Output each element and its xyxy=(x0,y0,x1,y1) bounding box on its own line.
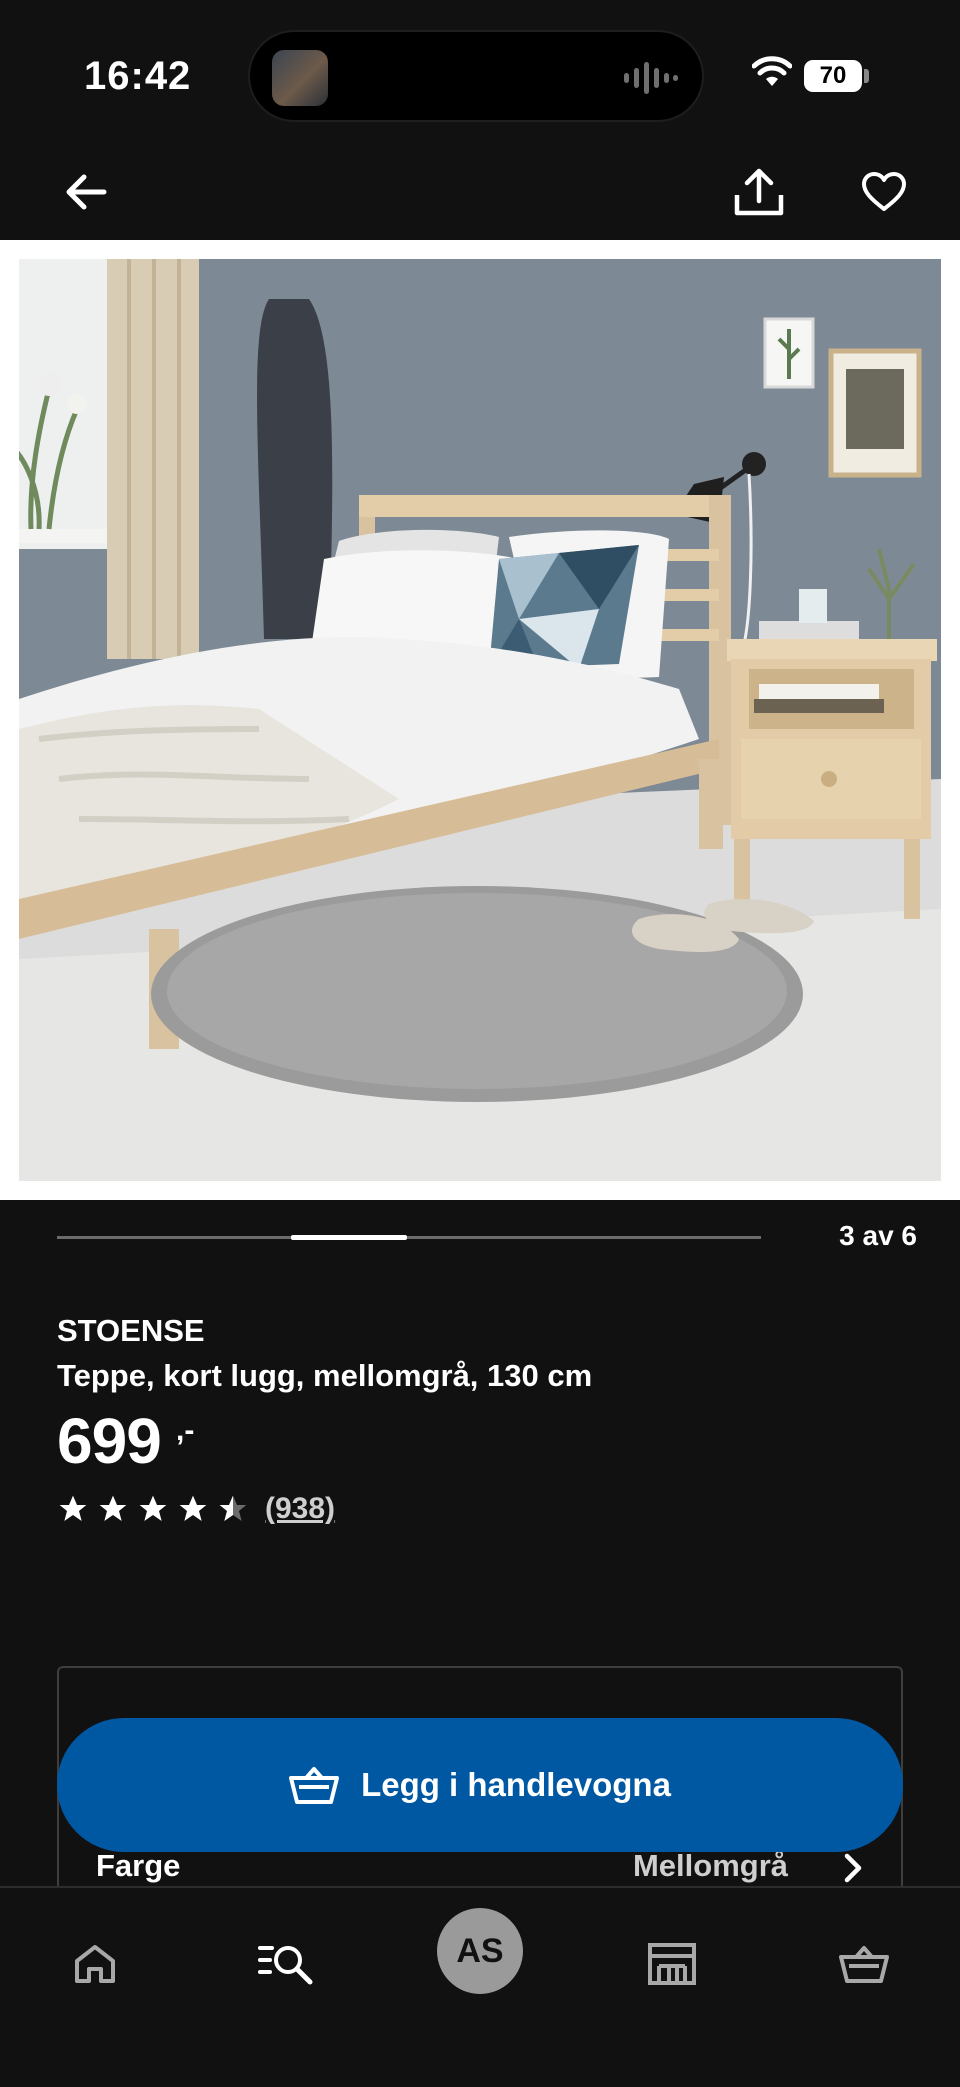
cart-icon xyxy=(839,1946,889,1983)
status-time: 16:42 xyxy=(84,54,192,98)
cart-icon xyxy=(289,1767,340,1804)
product-name: STOENSE xyxy=(57,1313,205,1348)
bottom-nav: AS xyxy=(0,1886,960,2087)
product-description: Teppe, kort lugg, mellomgrå, 130 cm xyxy=(57,1358,593,1393)
color-value: Mellomgrå xyxy=(632,1848,788,1883)
now-playing-thumbnail xyxy=(272,50,328,106)
carousel-active-segment xyxy=(291,1235,407,1240)
review-count-link[interactable]: (938) xyxy=(265,1492,335,1526)
chevron-right-icon xyxy=(844,1853,862,1883)
product-photo-bedroom xyxy=(19,259,941,1181)
top-nav xyxy=(0,140,960,240)
search-list-icon xyxy=(258,1946,313,1985)
star-icon xyxy=(59,1495,87,1521)
tab-search[interactable] xyxy=(247,1924,327,2004)
star-icon xyxy=(99,1495,127,1521)
battery-indicator: 70 xyxy=(804,60,862,92)
status-bar: 16:42 70 xyxy=(0,0,960,140)
avatar[interactable]: AS xyxy=(437,1908,523,1994)
rating[interactable]: (938) xyxy=(57,1492,335,1526)
star-icon xyxy=(139,1495,167,1521)
tab-home[interactable] xyxy=(55,1924,135,2004)
back-button[interactable] xyxy=(54,160,118,224)
image-carousel-indicator[interactable]: 3 av 6 xyxy=(57,1220,917,1260)
favorite-button[interactable] xyxy=(852,160,916,224)
carousel-counter: 3 av 6 xyxy=(839,1220,917,1251)
product-price: 699 xyxy=(57,1405,162,1477)
add-to-cart-button[interactable]: Legg i handlevogna xyxy=(57,1718,903,1852)
carousel-track xyxy=(57,1236,761,1239)
add-to-cart-label: Legg i handlevogna xyxy=(361,1766,671,1803)
product-image[interactable] xyxy=(0,240,960,1200)
heart-icon xyxy=(862,172,906,211)
half-star-icon xyxy=(219,1495,247,1521)
battery-tip xyxy=(864,69,869,83)
tab-cart[interactable] xyxy=(824,1924,904,2004)
store-icon xyxy=(648,1943,696,1985)
share-button[interactable] xyxy=(727,160,791,224)
color-label: Farge xyxy=(96,1848,181,1883)
price-suffix: ,- xyxy=(176,1414,195,1447)
home-icon xyxy=(75,1945,115,1983)
share-icon xyxy=(734,168,784,216)
arrow-left-icon xyxy=(66,174,107,210)
tab-store[interactable] xyxy=(632,1924,712,2004)
star-icon xyxy=(179,1495,207,1521)
rating-stars xyxy=(57,1493,249,1525)
wifi-icon xyxy=(752,56,792,86)
dynamic-island[interactable] xyxy=(248,30,704,122)
audio-wave-icon xyxy=(624,62,678,94)
